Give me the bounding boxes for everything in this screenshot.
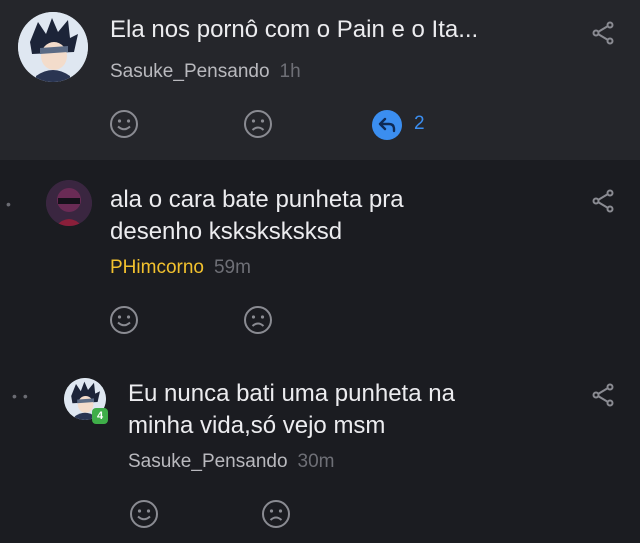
comment-text: ala o cara bate punheta pra desenho ksks… bbox=[110, 186, 404, 245]
share-icon[interactable] bbox=[590, 20, 616, 46]
smile-icon[interactable] bbox=[128, 498, 160, 530]
author-name[interactable]: Sasuke_Pensando bbox=[110, 61, 270, 82]
sad-icon[interactable] bbox=[242, 108, 274, 140]
thread-indent-dots: • bbox=[6, 196, 17, 212]
avatar-user-icon bbox=[46, 180, 92, 226]
timestamp: 59m bbox=[213, 257, 251, 278]
timestamp: 30m bbox=[297, 451, 335, 472]
comment-1: Ela nos pornô com o Pain e o Ita... Sasu… bbox=[0, 0, 640, 160]
share-icon[interactable] bbox=[590, 382, 616, 408]
reply-badge[interactable] bbox=[372, 110, 402, 140]
avatar[interactable] bbox=[18, 12, 88, 82]
avatar-sasuke-icon bbox=[18, 12, 88, 82]
share-icon[interactable] bbox=[590, 188, 616, 214]
comment-text: Ela nos pornô com o Pain e o Ita... bbox=[110, 16, 479, 43]
sad-icon[interactable] bbox=[242, 304, 274, 336]
avatar[interactable] bbox=[46, 180, 92, 226]
comment-text: Eu nunca bati uma punheta na minha vida,… bbox=[128, 380, 455, 439]
sad-icon[interactable] bbox=[260, 498, 292, 530]
comment-3: •• 4 Eu nunca bati uma punheta na minha … bbox=[0, 360, 640, 543]
reply-icon bbox=[378, 117, 396, 133]
reply-count[interactable]: 2 bbox=[414, 113, 425, 135]
comment-meta: Sasuke_Pensando 30m bbox=[128, 450, 334, 474]
comment-2: • ala o cara bate punheta pra desenho ks… bbox=[0, 160, 640, 360]
smile-icon[interactable] bbox=[108, 108, 140, 140]
thread-indent-dots: •• bbox=[12, 388, 34, 404]
smile-icon[interactable] bbox=[108, 304, 140, 336]
comment-meta: PHimcorno 59m bbox=[110, 256, 251, 280]
comment-meta: Sasuke_Pensando 1h bbox=[110, 60, 301, 84]
timestamp: 1h bbox=[279, 61, 301, 82]
author-name[interactable]: Sasuke_Pensando bbox=[128, 451, 288, 472]
level-badge: 4 bbox=[92, 408, 108, 424]
author-name[interactable]: PHimcorno bbox=[110, 257, 204, 278]
